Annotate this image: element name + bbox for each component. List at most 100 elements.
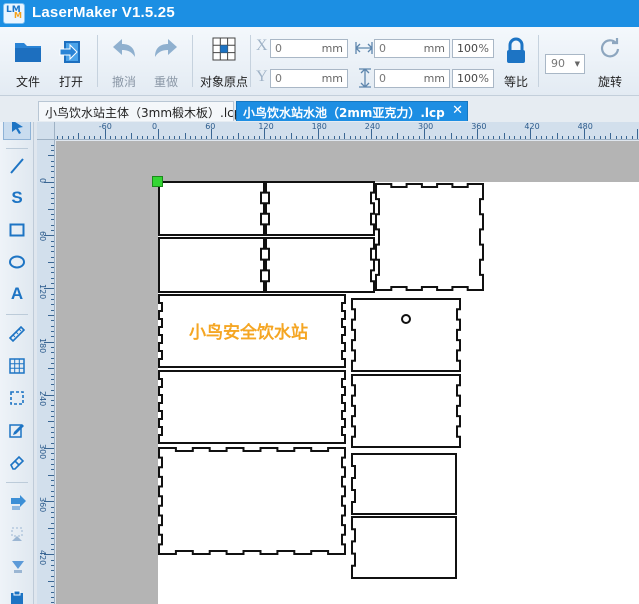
horizontal-ruler: -60 0 60 120 180 240 300 360 420 480: [37, 122, 639, 140]
ruler-tick: [78, 133, 80, 139]
vertical-ruler: 0 60 120 180 240 300 360 420: [37, 140, 55, 604]
ruler-tick: [48, 155, 54, 157]
ruler-tick: [455, 136, 457, 139]
engrave-text[interactable]: 小鸟安全饮水站: [189, 318, 308, 343]
ruler-tick: [51, 575, 54, 577]
ruler-tick: [588, 136, 590, 139]
ruler-tick: [269, 136, 271, 139]
ruler-tick: [152, 136, 154, 139]
ruler-tick: [48, 208, 54, 210]
ruler-tick: [51, 272, 54, 274]
ruler-tick: [493, 136, 495, 139]
ruler-tick: [51, 378, 54, 380]
cut-panel[interactable]: [265, 237, 375, 293]
ruler-tick: [626, 136, 628, 139]
cut-panel[interactable]: [351, 374, 461, 448]
ruler-tick: [51, 426, 54, 428]
ruler-tick: [51, 597, 54, 598]
ruler-tick: [99, 136, 101, 139]
cut-panel[interactable]: [158, 181, 265, 236]
ruler-tick: [51, 299, 54, 300]
ruler-tick: [51, 384, 54, 386]
ruler-tick: [322, 136, 324, 139]
ruler-tick: [51, 144, 54, 146]
ruler-tick: [158, 129, 159, 139]
ruler-label: 180: [38, 337, 47, 353]
ruler-tick: [51, 224, 54, 226]
ruler-tick: [51, 171, 54, 173]
cut-panel[interactable]: [158, 370, 346, 444]
ruler-tick: [551, 136, 553, 139]
ruler-tick: [51, 602, 54, 604]
ruler-tick: [546, 136, 548, 139]
ruler-tick: [376, 136, 378, 139]
cut-panel[interactable]: [158, 447, 346, 555]
ruler-tick: [142, 136, 143, 139]
ruler-label: 480: [577, 122, 593, 131]
ruler-tick: [567, 136, 569, 139]
ruler-tick: [48, 527, 54, 529]
ruler-tick: [344, 133, 346, 139]
ruler-label: 300: [38, 444, 47, 460]
ruler-tick: [51, 245, 54, 247]
ruler-tick: [51, 565, 54, 566]
ruler-tick: [562, 136, 564, 139]
cut-panel[interactable]: [351, 516, 457, 579]
ruler-tick: [163, 136, 165, 139]
ruler-tick: [51, 437, 54, 439]
ruler-tick: [51, 495, 54, 497]
ruler-tick: [418, 136, 420, 139]
ruler-tick: [51, 346, 54, 348]
ruler-tick: [365, 136, 367, 139]
ruler-tick: [557, 133, 558, 139]
cut-panel[interactable]: [375, 183, 484, 291]
ruler-label: 60: [38, 231, 47, 242]
ruler-tick: [471, 136, 473, 139]
ruler-tick: [275, 136, 276, 139]
ruler-label: 240: [364, 122, 381, 131]
ruler-tick: [51, 352, 54, 354]
ruler-tick: [51, 320, 54, 322]
ruler-tick: [51, 543, 54, 545]
ruler-tick: [126, 136, 128, 139]
ruler-tick: [51, 304, 54, 306]
ruler-tick: [62, 136, 64, 139]
ruler-tick: [51, 538, 54, 540]
ruler-tick: [51, 506, 54, 508]
ruler-label: 120: [258, 122, 274, 131]
ruler-tick: [88, 136, 90, 139]
ruler-tick: [94, 136, 96, 139]
cut-panel[interactable]: [158, 237, 265, 293]
ruler-tick: [631, 136, 633, 139]
ruler-tick: [392, 136, 394, 139]
ruler-tick: [184, 133, 186, 139]
ruler-tick: [51, 389, 54, 391]
ruler-tick: [312, 136, 314, 139]
cut-panel[interactable]: [265, 181, 375, 236]
ruler-tick: [51, 485, 54, 487]
ruler-tick: [51, 432, 54, 433]
ruler-tick: [354, 136, 356, 139]
ruler-tick: [307, 136, 308, 139]
ruler-tick: [450, 133, 452, 139]
ruler-tick: [51, 283, 54, 285]
ruler-tick: [509, 136, 511, 139]
ruler-tick: [296, 136, 298, 139]
ruler-tick: [51, 213, 54, 215]
cut-panel[interactable]: [351, 453, 457, 515]
ruler-tick: [386, 136, 388, 139]
ruler-tick: [51, 362, 54, 364]
mount-hole[interactable]: [401, 314, 411, 324]
cut-panel[interactable]: [351, 298, 461, 372]
ruler-tick: [51, 469, 54, 471]
ruler-tick: [51, 511, 54, 513]
ruler-tick: [232, 136, 234, 139]
ruler-label: 300: [418, 122, 434, 131]
ruler-tick: [51, 442, 54, 444]
ruler-tick: [110, 136, 112, 139]
ruler-tick: [120, 136, 122, 139]
ruler-tick: [115, 136, 117, 139]
ruler-tick: [599, 136, 601, 139]
origin-handle[interactable]: [152, 176, 163, 187]
ruler-tick: [514, 136, 516, 139]
